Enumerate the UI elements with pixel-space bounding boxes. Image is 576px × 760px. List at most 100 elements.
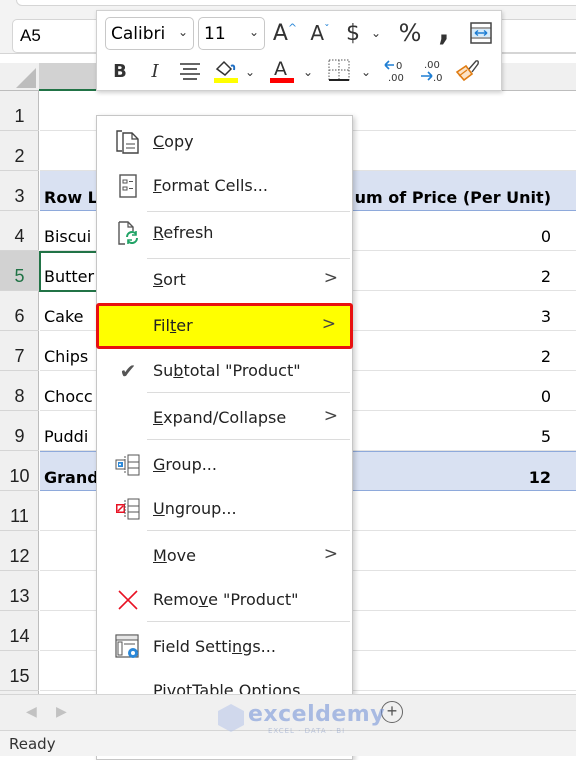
decrease-decimal-button[interactable]: .00.0 bbox=[417, 55, 447, 85]
pivot-row-value[interactable]: 2 bbox=[541, 347, 551, 366]
search-field-edge bbox=[16, 0, 576, 6]
menu-item-format-cells[interactable]: Format Cells... bbox=[97, 163, 352, 207]
grand-total-value[interactable]: 12 bbox=[529, 468, 551, 487]
pivot-row-label[interactable]: Cake bbox=[44, 307, 84, 326]
italic-button[interactable]: I bbox=[144, 57, 166, 85]
pivot-row-label[interactable]: Chocc bbox=[44, 387, 93, 406]
menu-item-move[interactable]: Move > bbox=[97, 533, 352, 577]
font-color-button[interactable]: A bbox=[268, 55, 296, 85]
row-header[interactable]: 9 bbox=[0, 411, 39, 451]
row-header[interactable]: 15 bbox=[0, 651, 39, 691]
context-menu: Copy Format Cells... Refresh Sort > Filt… bbox=[96, 115, 353, 760]
row-header[interactable]: 5 bbox=[0, 251, 39, 291]
row-header[interactable]: 11 bbox=[0, 491, 39, 531]
mini-toolbar: Calibri ⌄ 11 ⌄ A^ Aˇ $ ⌄ % , B I ⌄ A ⌄ ⌄… bbox=[96, 10, 502, 91]
chevron-down-icon: ⌄ bbox=[302, 65, 314, 79]
ungroup-icon bbox=[115, 496, 141, 522]
menu-item-label: Refresh bbox=[153, 223, 214, 242]
chevron-down-icon: ⌄ bbox=[360, 65, 372, 79]
borders-dropdown[interactable]: ⌄ bbox=[359, 61, 373, 83]
borders-button[interactable] bbox=[326, 57, 352, 83]
svg-text:0: 0 bbox=[396, 61, 402, 72]
font-name-dropdown[interactable]: Calibri ⌄ bbox=[105, 17, 194, 50]
menu-item-label: Filter bbox=[153, 316, 193, 335]
dollar-icon: $ bbox=[346, 20, 360, 46]
menu-item-label: Field Settings... bbox=[153, 637, 276, 656]
row-header[interactable]: 1 bbox=[0, 91, 39, 131]
chevron-down-icon: ⌄ bbox=[177, 25, 188, 39]
column-header-a[interactable] bbox=[39, 63, 97, 91]
remove-x-icon bbox=[115, 587, 141, 613]
currency-format-button[interactable]: $ bbox=[341, 18, 365, 48]
menu-item-field-settings[interactable]: Field Settings... bbox=[97, 624, 352, 668]
row-header[interactable]: 12 bbox=[0, 531, 39, 571]
menu-item-remove[interactable]: Remove "Product" bbox=[97, 577, 352, 621]
scroll-right-icon[interactable]: ▶ bbox=[56, 703, 67, 720]
add-sheet-button[interactable]: + bbox=[381, 701, 403, 723]
grand-total-label[interactable]: Grand bbox=[44, 468, 99, 487]
pivot-row-value[interactable]: 0 bbox=[541, 387, 551, 406]
checkmark-icon: ✔ bbox=[119, 359, 137, 383]
format-painter-button[interactable] bbox=[453, 55, 483, 85]
percent-style-button[interactable]: % bbox=[395, 18, 425, 48]
comma-style-button[interactable]: , bbox=[433, 13, 455, 48]
select-all-button[interactable] bbox=[0, 63, 39, 91]
pivot-row-label[interactable]: Puddi bbox=[44, 427, 88, 446]
menu-separator bbox=[147, 439, 350, 440]
row-header[interactable]: 10 bbox=[0, 451, 39, 491]
pivot-row-value[interactable]: 2 bbox=[541, 267, 551, 286]
row-header[interactable]: 6 bbox=[0, 291, 39, 331]
menu-separator bbox=[147, 530, 350, 531]
fill-color-dropdown[interactable]: ⌄ bbox=[243, 61, 257, 83]
chevron-right-icon: > bbox=[321, 314, 336, 334]
align-center-button[interactable] bbox=[177, 57, 203, 85]
pivot-row-label[interactable]: Biscui bbox=[44, 227, 91, 246]
menu-item-subtotal[interactable]: ✔ Subtotal "Product" bbox=[97, 348, 352, 392]
font-color-dropdown[interactable]: ⌄ bbox=[301, 61, 315, 83]
active-cell-a5[interactable] bbox=[39, 251, 99, 292]
copy-icon bbox=[115, 129, 141, 155]
menu-item-copy[interactable]: Copy bbox=[97, 119, 352, 163]
increase-decimal-button[interactable]: 0.00 bbox=[381, 55, 411, 85]
format-painter-icon bbox=[455, 60, 479, 82]
increase-font-size-button[interactable]: A^ bbox=[270, 18, 300, 48]
pivot-row-label[interactable]: Chips bbox=[44, 347, 88, 366]
svg-text:A: A bbox=[274, 58, 287, 80]
currency-dropdown[interactable]: ⌄ bbox=[369, 21, 383, 45]
column-width-icon bbox=[470, 22, 492, 44]
menu-item-label: Expand/Collapse bbox=[153, 408, 287, 427]
chevron-down-icon: ⌄ bbox=[370, 26, 382, 40]
pivot-row-value[interactable]: 5 bbox=[541, 427, 551, 446]
row-header[interactable]: 8 bbox=[0, 371, 39, 411]
pivot-row-value[interactable]: 0 bbox=[541, 227, 551, 246]
scroll-left-icon[interactable]: ◀ bbox=[26, 703, 37, 720]
menu-item-refresh[interactable]: Refresh bbox=[97, 210, 352, 254]
row-header[interactable]: 2 bbox=[0, 131, 39, 171]
menu-item-label: Ungroup... bbox=[153, 499, 237, 518]
menu-item-label: Sort bbox=[153, 270, 186, 289]
field-settings-icon bbox=[115, 634, 141, 660]
wrap-autofit-button[interactable] bbox=[469, 21, 493, 45]
menu-item-label: Format Cells... bbox=[153, 176, 268, 195]
bold-button[interactable]: B bbox=[109, 57, 131, 85]
decrease-font-size-button[interactable]: Aˇ bbox=[305, 18, 335, 48]
menu-item-sort[interactable]: Sort > bbox=[97, 257, 352, 301]
row-header[interactable]: 4 bbox=[0, 211, 39, 251]
menu-separator bbox=[147, 621, 350, 622]
menu-item-expand-collapse[interactable]: Expand/Collapse > bbox=[97, 395, 352, 439]
menu-item-filter[interactable]: Filter > bbox=[96, 303, 353, 349]
font-size-dropdown[interactable]: 11 ⌄ bbox=[198, 17, 265, 50]
fill-color-button[interactable] bbox=[211, 55, 239, 85]
pivot-sum-header[interactable]: um of Price (Per Unit) bbox=[355, 188, 551, 207]
decrease-font-icon: Aˇ bbox=[310, 21, 330, 45]
pivot-row-value[interactable]: 3 bbox=[541, 307, 551, 326]
menu-item-label: Copy bbox=[153, 132, 194, 151]
row-header[interactable]: 3 bbox=[0, 171, 39, 211]
menu-item-group[interactable]: Group... bbox=[97, 442, 352, 486]
name-box[interactable]: A5 bbox=[12, 19, 102, 53]
row-header[interactable]: 13 bbox=[0, 571, 39, 611]
row-header[interactable]: 7 bbox=[0, 331, 39, 371]
row-header[interactable]: 14 bbox=[0, 611, 39, 651]
pivot-row-labels-header[interactable]: Row L bbox=[44, 188, 98, 207]
menu-item-ungroup[interactable]: Ungroup... bbox=[97, 486, 352, 530]
